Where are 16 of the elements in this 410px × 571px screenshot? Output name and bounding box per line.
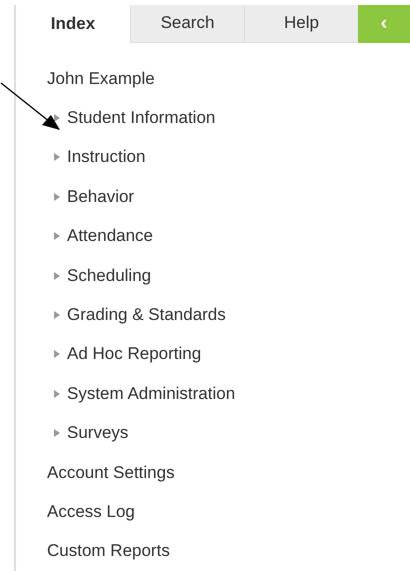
menu-item[interactable]: System Administration [67, 384, 236, 404]
menu-item[interactable]: Grading & Standards [67, 304, 226, 325]
menu-item[interactable]: Surveys [67, 423, 128, 444]
menu-item[interactable]: Behavior [67, 186, 134, 207]
menu-item[interactable]: Custom Reports [47, 541, 170, 562]
menu-item[interactable]: Account Settings [47, 462, 175, 483]
menu-item[interactable]: Student Information [67, 108, 216, 128]
tab[interactable]: Help [244, 5, 358, 43]
menu-item[interactable]: Scheduling [67, 266, 152, 286]
expand-triangle-icon[interactable] [53, 114, 61, 122]
tab[interactable]: Search [130, 5, 244, 43]
menu-item[interactable]: Instruction [67, 147, 146, 168]
menu-item[interactable]: Attendance [67, 226, 154, 246]
menu-item[interactable]: Access Log [47, 502, 135, 522]
menu-item[interactable]: John Example [47, 68, 155, 89]
menu-item[interactable]: Ad Hoc Reporting [67, 344, 202, 364]
